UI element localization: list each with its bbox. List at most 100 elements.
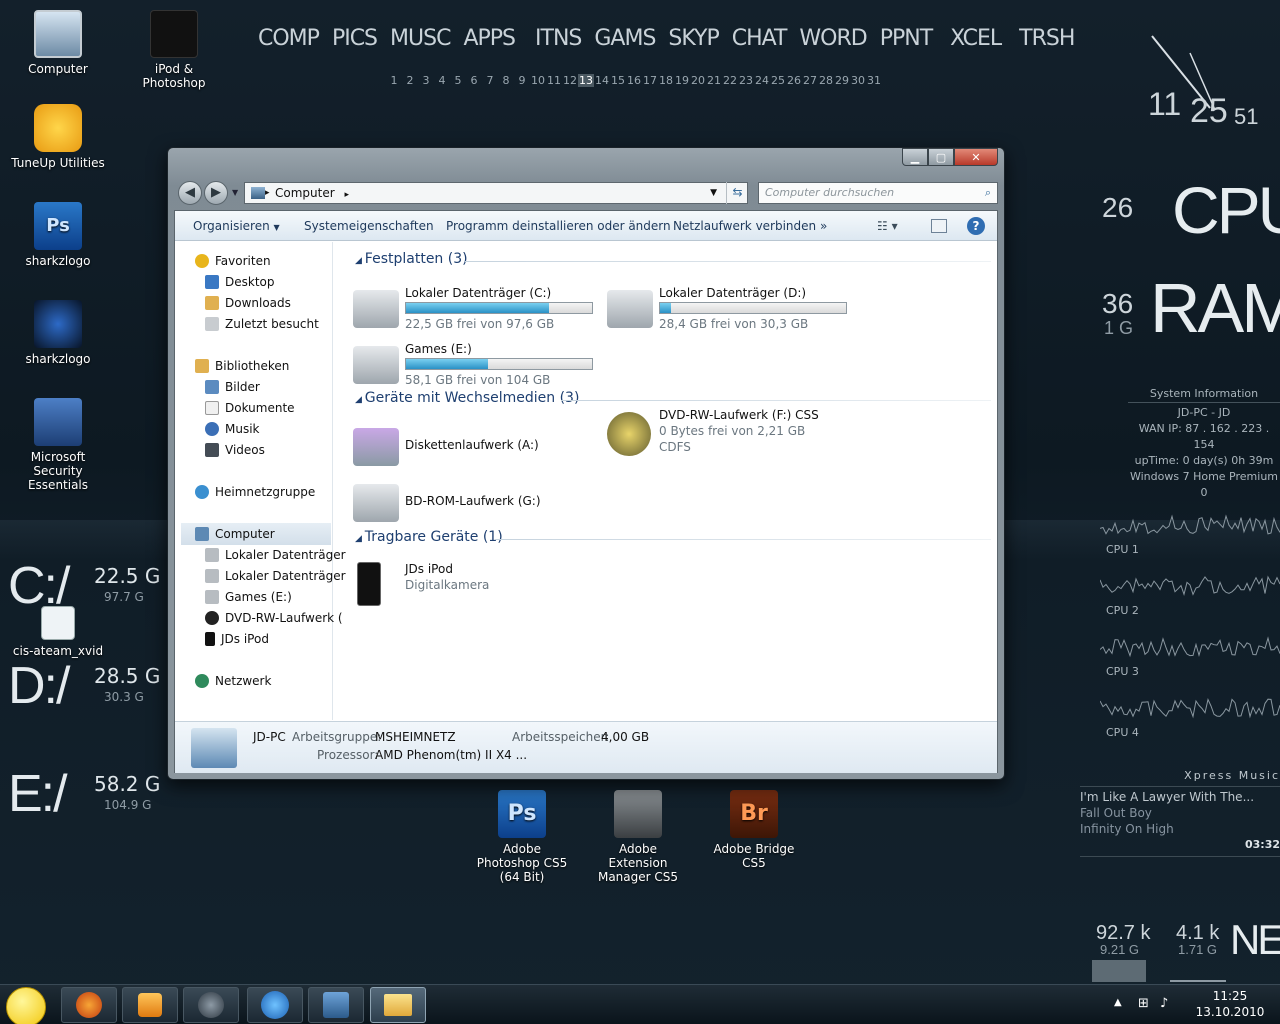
nav-dvd-drive[interactable]: DVD-RW-Laufwerk ( [205, 609, 343, 627]
nav-videos[interactable]: Videos [205, 441, 265, 459]
view-options-icon[interactable]: ☷ ▾ [877, 219, 898, 233]
calendar-day[interactable]: 27 [802, 74, 818, 87]
nav-favorites[interactable]: Favoriten [195, 252, 271, 270]
desktop-icon-bridge[interactable]: Br Adobe Bridge CS5 [702, 790, 806, 870]
calendar-day[interactable]: 29 [834, 74, 850, 87]
calendar-day[interactable]: 9 [514, 74, 530, 87]
nav-computer[interactable]: Computer [195, 525, 275, 543]
launcher-comp[interactable]: COMP [258, 26, 320, 51]
address-dropdown[interactable]: ▼ [710, 183, 717, 203]
calendar-day[interactable]: 5 [450, 74, 466, 87]
start-button[interactable] [6, 987, 46, 1024]
calendar-day[interactable]: 24 [754, 74, 770, 87]
address-location[interactable]: Computer [275, 186, 335, 200]
group-header-portable[interactable]: ◢ Tragbare Geräte (1) [355, 529, 503, 545]
desktop-icon-extension-manager[interactable]: Adobe Extension Manager CS5 [588, 790, 688, 884]
calendar-day[interactable]: 7 [482, 74, 498, 87]
drive-item-e[interactable]: Games (E:) 58,1 GB frei von 104 GB [353, 342, 603, 388]
more-commands-button[interactable]: » [820, 219, 827, 233]
organize-menu[interactable]: Organisieren ▼ [193, 219, 280, 233]
nav-documents[interactable]: Dokumente [205, 399, 295, 417]
group-header-hard-drives[interactable]: ◢ Festplatten (3) [355, 251, 468, 267]
desktop-icon-sharkzlogo[interactable]: sharkzlogo [8, 300, 108, 366]
calendar-day[interactable]: 20 [690, 74, 706, 87]
device-item-ipod[interactable]: JDs iPod Digitalkamera [357, 562, 557, 612]
drive-item-c[interactable]: Lokaler Datenträger (C:) 22,5 GB frei vo… [353, 286, 603, 332]
calendar-day[interactable]: 12 [562, 74, 578, 87]
launcher-apps[interactable]: APPS [463, 26, 516, 51]
calendar-day[interactable]: 4 [434, 74, 450, 87]
calendar-day[interactable]: 16 [626, 74, 642, 87]
drive-item-bd[interactable]: BD-ROM-Laufwerk (G:) [353, 480, 603, 526]
nav-ipod[interactable]: JDs iPod [205, 630, 269, 648]
calendar-day[interactable]: 8 [498, 74, 514, 87]
network-tray-icon[interactable]: ⊞ [1138, 996, 1149, 1011]
launcher-word[interactable]: WORD [799, 26, 867, 51]
launcher-skyp[interactable]: SKYP [668, 26, 719, 51]
desktop-icon-video[interactable]: cis-ateam_xvid [8, 606, 108, 658]
calendar-day[interactable]: 23 [738, 74, 754, 87]
preview-pane-icon[interactable] [931, 219, 947, 233]
nav-homegroup[interactable]: Heimnetzgruppe [195, 483, 315, 501]
desktop-icon-photoshop-cs5[interactable]: Ps Adobe Photoshop CS5 (64 Bit) [470, 790, 574, 884]
calendar-day[interactable]: 28 [818, 74, 834, 87]
launcher-musc[interactable]: MUSC [390, 26, 451, 51]
taskbar-itunes[interactable] [247, 987, 303, 1023]
uninstall-program-button[interactable]: Programm deinstallieren oder ändern [446, 219, 671, 233]
calendar-day[interactable]: 31 [866, 74, 882, 87]
nav-recent[interactable]: Zuletzt besucht [205, 315, 319, 333]
search-input[interactable]: Computer durchsuchen ⌕ [758, 182, 998, 204]
help-icon[interactable]: ? [967, 217, 985, 235]
launcher-ppnt[interactable]: PPNT [880, 26, 933, 51]
calendar-day[interactable]: 2 [402, 74, 418, 87]
desktop-icon-security-essentials[interactable]: Microsoft Security Essentials [8, 398, 108, 492]
forward-button[interactable]: ▶ [204, 181, 228, 205]
drive-item-d[interactable]: Lokaler Datenträger (D:) 28,4 GB frei vo… [607, 286, 857, 332]
tray-time[interactable]: 11:25 [1200, 989, 1260, 1003]
refresh-button[interactable]: ⇆ [726, 182, 748, 204]
taskbar-media-app[interactable] [308, 987, 364, 1023]
nav-network[interactable]: Netzwerk [195, 672, 271, 690]
calendar-day[interactable]: 21 [706, 74, 722, 87]
calendar-day[interactable]: 1 [386, 74, 402, 87]
map-network-drive-button[interactable]: Netzlaufwerk verbinden [673, 219, 816, 233]
calendar-day[interactable]: 19 [674, 74, 690, 87]
calendar-day[interactable]: 11 [546, 74, 562, 87]
desktop-icon-ipod-photoshop[interactable]: iPod & Photoshop [124, 10, 224, 90]
launcher-itns[interactable]: ITNS [535, 26, 582, 51]
nav-pictures[interactable]: Bilder [205, 378, 260, 396]
desktop-icon-computer[interactable]: Computer [8, 10, 108, 76]
close-button[interactable]: ✕ [954, 148, 998, 166]
calendar-day[interactable]: 22 [722, 74, 738, 87]
calendar-day[interactable]: 30 [850, 74, 866, 87]
calendar-day[interactable]: 15 [610, 74, 626, 87]
calendar-day[interactable]: 17 [642, 74, 658, 87]
taskbar-explorer[interactable] [370, 987, 426, 1023]
calendar-day[interactable]: 6 [466, 74, 482, 87]
taskbar-firefox[interactable] [61, 987, 117, 1023]
music-track[interactable]: I'm Like A Lawyer With The... [1080, 789, 1280, 805]
calendar-day[interactable]: 25 [770, 74, 786, 87]
nav-libraries[interactable]: Bibliotheken [195, 357, 289, 375]
search-icon[interactable]: ⌕ [985, 183, 991, 203]
system-properties-button[interactable]: Systemeigenschaften [304, 219, 434, 233]
recent-pages-dropdown[interactable]: ▼ [232, 188, 238, 197]
desktop-icon-tuneup[interactable]: TuneUp Utilities [8, 104, 108, 170]
calendar-day[interactable]: 26 [786, 74, 802, 87]
nav-drive-c[interactable]: Lokaler Datenträger [205, 546, 346, 564]
launcher-trsh[interactable]: TRSH [1019, 26, 1075, 51]
nav-drive-d[interactable]: Lokaler Datenträger [205, 567, 346, 585]
volume-icon[interactable]: ♪ [1160, 996, 1168, 1011]
drive-item-dvd[interactable]: DVD-RW-Laufwerk (F:) CSS 0 Bytes frei vo… [607, 408, 867, 464]
desktop-icon-sharkzlogo-psd[interactable]: Ps sharkzlogo [8, 202, 108, 268]
nav-downloads[interactable]: Downloads [205, 294, 291, 312]
nav-desktop[interactable]: Desktop [205, 273, 275, 291]
launcher-chat[interactable]: CHAT [732, 26, 788, 51]
launcher-gams[interactable]: GAMS [594, 26, 656, 51]
back-button[interactable]: ◀ [178, 181, 202, 205]
show-hidden-icons-icon[interactable]: ▲ [1114, 997, 1122, 1008]
calendar-day[interactable]: 3 [418, 74, 434, 87]
launcher-pics[interactable]: PICS [332, 26, 378, 51]
launcher-xcel[interactable]: XCEL [950, 26, 1002, 51]
address-bar[interactable]: ▸ Computer ▸ ▼ [244, 182, 748, 204]
